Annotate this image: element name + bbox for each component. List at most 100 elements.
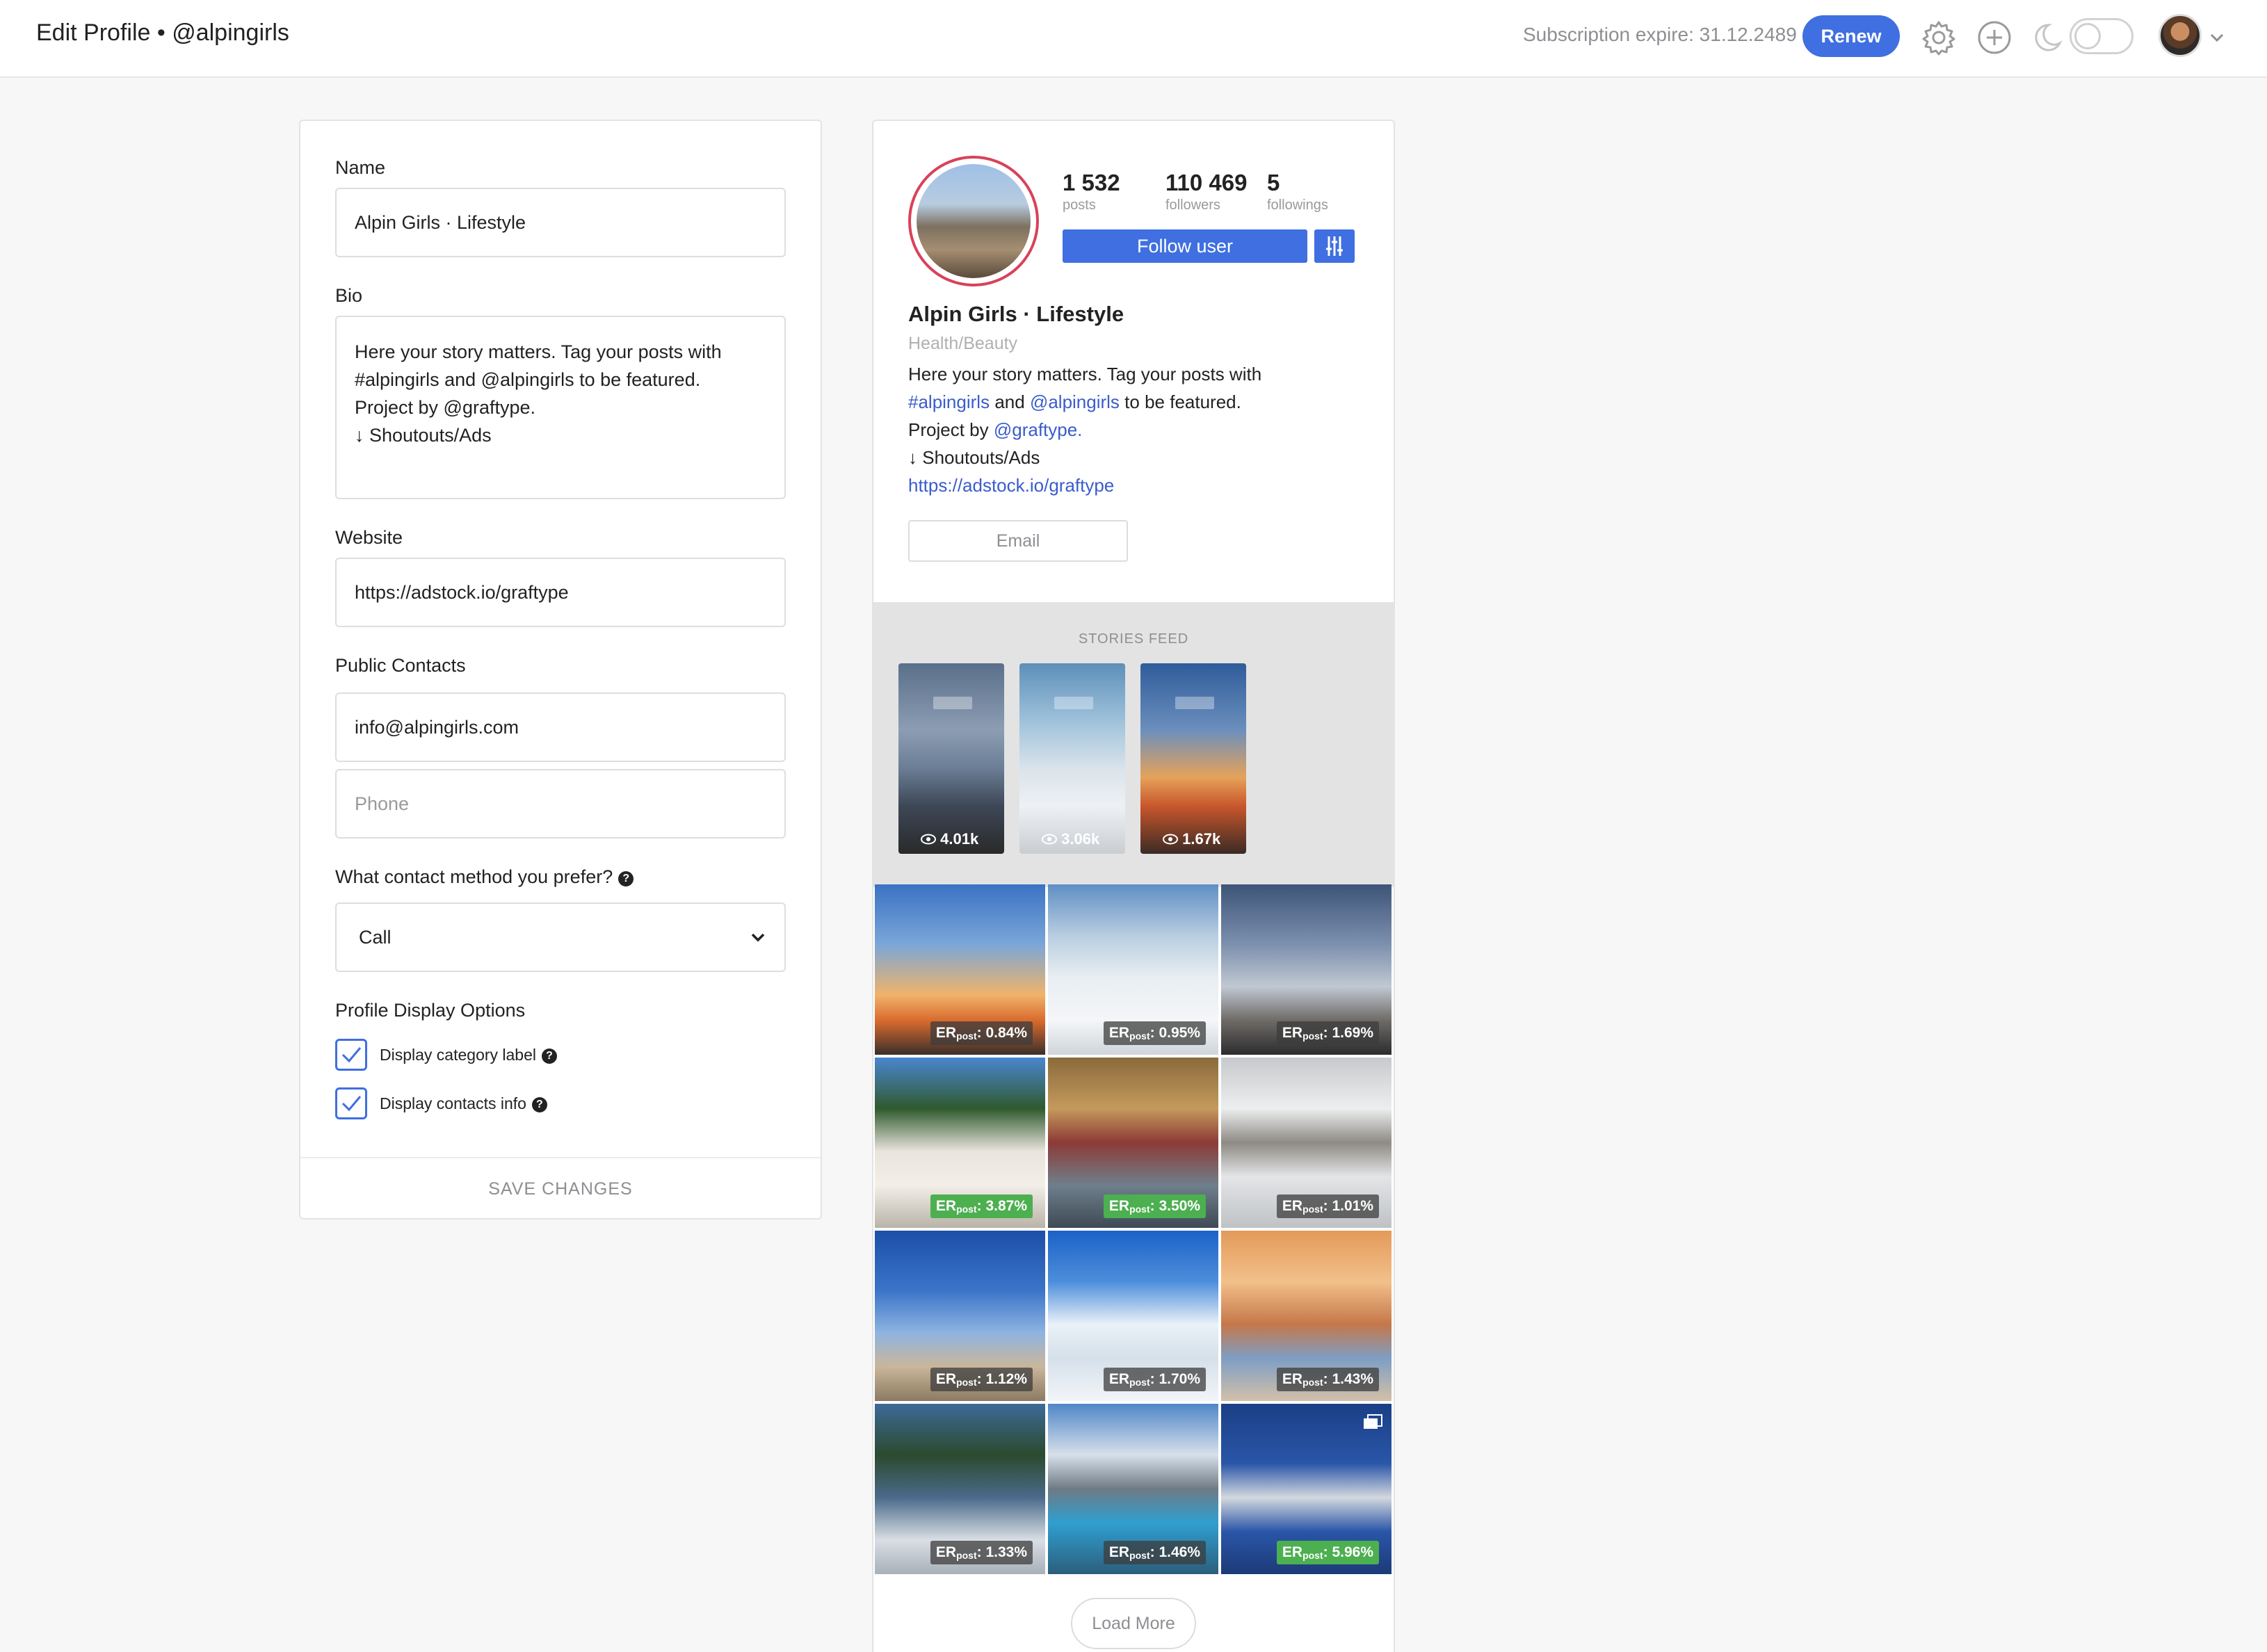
- chevron-down-icon[interactable]: [2209, 29, 2225, 46]
- bio-line: ↓ Shoutouts/Ads: [908, 447, 1040, 468]
- eye-icon: [1163, 834, 1178, 845]
- er-prefix: ER: [1282, 1198, 1303, 1214]
- avatar[interactable]: [2159, 14, 2202, 57]
- eye-icon: [921, 834, 936, 845]
- story-item[interactable]: 4.01k: [898, 663, 1004, 854]
- mention-link[interactable]: @graftype.: [994, 419, 1083, 440]
- follow-user-button[interactable]: Follow user: [1063, 229, 1307, 263]
- public-contacts-label: Public Contacts: [335, 655, 466, 676]
- story-item[interactable]: 3.06k: [1019, 663, 1125, 854]
- post-thumbnail[interactable]: ERpost: 1.33%: [875, 1404, 1045, 1574]
- post-thumbnail[interactable]: ERpost: 1.70%: [1048, 1231, 1218, 1401]
- help-icon[interactable]: ?: [618, 871, 634, 886]
- er-value: 1.01%: [1332, 1198, 1373, 1214]
- check-icon: [341, 1096, 362, 1112]
- mention-link[interactable]: @alpingirls: [1030, 391, 1120, 412]
- checkbox-label-text: Display contacts info: [380, 1094, 526, 1112]
- help-icon[interactable]: ?: [542, 1048, 558, 1064]
- profile-avatar[interactable]: [908, 156, 1039, 286]
- story-watermark: [1054, 697, 1093, 709]
- er-badge: ERpost: 3.87%: [930, 1195, 1033, 1218]
- er-prefix: ER: [1108, 1198, 1130, 1214]
- er-sub: post: [956, 1204, 977, 1215]
- posts-count: 1 532: [1063, 170, 1120, 195]
- post-thumbnail[interactable]: ERpost: 1.46%: [1048, 1404, 1218, 1574]
- name-input[interactable]: Alpin Girls · Lifestyle: [335, 188, 786, 257]
- carousel-icon: [1364, 1414, 1382, 1429]
- story-watermark: [1175, 697, 1214, 709]
- story-views: 1.67k: [1163, 830, 1220, 848]
- story-views-count: 3.06k: [1061, 830, 1100, 848]
- help-icon[interactable]: ?: [531, 1097, 547, 1112]
- post-thumbnail[interactable]: ERpost: 3.50%: [1048, 1058, 1218, 1228]
- followers-stat: 110 469 followers: [1165, 170, 1247, 213]
- bio-text: Project by: [908, 419, 989, 440]
- website-link[interactable]: https://adstock.io/graftype: [908, 471, 1261, 499]
- dark-mode-toggle[interactable]: [2070, 18, 2133, 54]
- er-sub: post: [1302, 1550, 1323, 1561]
- check-icon: [341, 1047, 362, 1063]
- phone-field[interactable]: Phone: [335, 769, 786, 839]
- hashtag-link[interactable]: #alpingirls: [908, 391, 990, 412]
- subscription-status: Subscription expire: 31.12.2489: [1523, 24, 1797, 45]
- post-thumbnail[interactable]: ERpost: 5.96%: [1221, 1404, 1391, 1574]
- story-watermark: [933, 697, 972, 709]
- post-thumbnail[interactable]: ERpost: 3.87%: [875, 1058, 1045, 1228]
- post-thumbnail[interactable]: ERpost: 1.12%: [875, 1231, 1045, 1401]
- contact-method-value: Call: [359, 927, 392, 948]
- save-changes-button[interactable]: SAVE CHANGES: [300, 1158, 821, 1220]
- er-sub: post: [1302, 1030, 1323, 1042]
- gear-icon[interactable]: [1921, 19, 1957, 56]
- er-value: 1.33%: [985, 1544, 1027, 1560]
- bio-line: Project by @graftype.: [355, 397, 536, 418]
- post-thumbnail[interactable]: ERpost: 1.43%: [1221, 1231, 1391, 1401]
- bio-text: to be featured.: [1124, 391, 1241, 412]
- er-sub: post: [1129, 1377, 1150, 1388]
- er-value: 1.43%: [1332, 1371, 1373, 1387]
- contact-method-text: What contact method you prefer?: [335, 866, 613, 887]
- load-more-button[interactable]: Load More: [1071, 1598, 1196, 1649]
- er-prefix: ER: [1108, 1371, 1130, 1387]
- bio-line: Here your story matters. Tag your posts …: [355, 341, 722, 362]
- avatar-photo: [917, 164, 1031, 278]
- followers-count: 110 469: [1165, 170, 1248, 195]
- plus-circle-icon[interactable]: [1976, 19, 2012, 56]
- er-badge: ERpost: 0.95%: [1103, 1021, 1206, 1045]
- post-thumbnail[interactable]: ERpost: 1.69%: [1221, 884, 1391, 1055]
- followings-stat: 5 followings: [1267, 170, 1328, 213]
- er-value: 3.50%: [1159, 1198, 1200, 1214]
- checkbox[interactable]: [335, 1087, 367, 1119]
- profile-bio: Here your story matters. Tag your posts …: [908, 360, 1261, 499]
- story-views: 3.06k: [1042, 830, 1099, 848]
- renew-button[interactable]: Renew: [1802, 15, 1900, 57]
- email-button[interactable]: Email: [908, 520, 1128, 562]
- name-label: Name: [335, 157, 386, 178]
- er-sub: post: [1302, 1204, 1323, 1215]
- moon-icon: [2035, 24, 2063, 51]
- er-value: 1.46%: [1159, 1544, 1200, 1560]
- followings-label: followings: [1267, 197, 1328, 213]
- bio-line: #alpingirls and @alpingirls to be featur…: [355, 369, 701, 390]
- checkbox[interactable]: [335, 1039, 367, 1071]
- story-item[interactable]: 1.67k: [1140, 663, 1246, 854]
- top-bar: Edit Profile • @alpingirls Subscription …: [0, 0, 2267, 78]
- checkbox-label-text: Display category label: [380, 1046, 537, 1064]
- er-sub: post: [1129, 1550, 1150, 1561]
- stories-feed: STORIES FEED 4.01k 3.06k 1.67k: [873, 602, 1394, 887]
- er-prefix: ER: [1282, 1025, 1303, 1041]
- contact-method-select[interactable]: Call: [335, 902, 786, 972]
- email-field[interactable]: info@alpingirls.com: [335, 693, 786, 762]
- er-prefix: ER: [1108, 1025, 1130, 1041]
- website-input[interactable]: https://adstock.io/graftype: [335, 558, 786, 627]
- filter-button[interactable]: [1314, 229, 1355, 263]
- er-badge: ERpost: 3.50%: [1103, 1195, 1206, 1218]
- bio-textarea[interactable]: Here your story matters. Tag your posts …: [335, 316, 786, 499]
- er-sub: post: [1129, 1030, 1150, 1042]
- post-thumbnail[interactable]: ERpost: 0.95%: [1048, 884, 1218, 1055]
- post-thumbnail[interactable]: ERpost: 1.01%: [1221, 1058, 1391, 1228]
- bio-line: #alpingirls and @alpingirls to be featur…: [908, 388, 1261, 416]
- bio-line: Project by @graftype.: [908, 416, 1261, 444]
- bio-line: ↓ Shoutouts/Ads: [355, 425, 492, 446]
- er-sub: post: [1129, 1204, 1150, 1215]
- post-thumbnail[interactable]: ERpost: 0.84%: [875, 884, 1045, 1055]
